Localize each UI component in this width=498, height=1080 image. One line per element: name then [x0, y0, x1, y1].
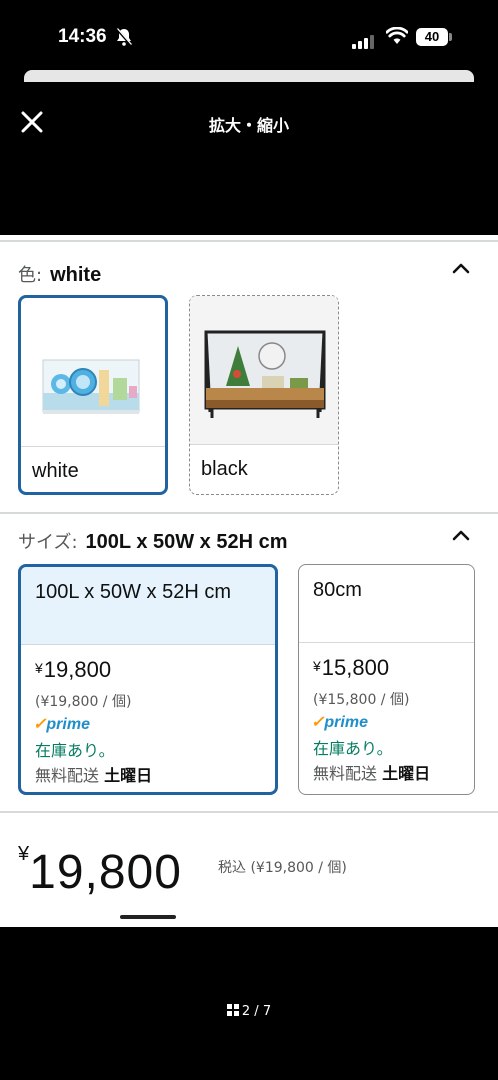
size-option-name: 100L x 50W x 52H cm — [21, 567, 275, 644]
status-bar: 14:36 40 — [0, 0, 498, 70]
option-price: ¥15,800 — [313, 655, 389, 681]
price-value: 19,800 — [43, 657, 112, 682]
shipping-day: 土曜日 — [104, 766, 153, 785]
price-amount: 19,800 — [29, 846, 182, 899]
size-option-80cm[interactable]: 80cm ¥15,800 (¥15,800 / 個) ✓prime 在庫あり。 … — [298, 564, 475, 795]
bell-slash-icon — [116, 28, 132, 46]
color-option-label: black — [201, 458, 248, 480]
size-selected-value: 100L x 50W x 52H cm — [85, 531, 288, 553]
battery-icon: 40 — [416, 28, 448, 46]
total-price: ¥19,800 — [18, 843, 182, 900]
wifi-icon — [386, 27, 408, 44]
white-cage-illustration — [42, 359, 140, 414]
prime-badge: ✓prime — [311, 712, 368, 732]
zoom-image-panel[interactable]: 色: white white black サイズ: 100L x 50W x 5… — [0, 235, 498, 927]
size-option-name: 80cm — [313, 579, 362, 601]
size-option-100l[interactable]: 100L x 50W x 52H cm ¥19,800 (¥19,800 / 個… — [18, 564, 278, 795]
battery-nub — [449, 33, 452, 41]
swatch-divider — [190, 444, 338, 445]
prime-badge: ✓prime — [33, 714, 90, 734]
tax-note: 税込 (¥19,800 / 個) — [218, 860, 347, 876]
shipping-info: 無料配送 土曜日 — [35, 762, 152, 786]
panel-border — [0, 240, 498, 242]
color-selected-value: white — [50, 264, 102, 286]
grid-icon — [226, 1004, 239, 1016]
prime-text: prime — [324, 714, 368, 731]
color-label-text: 色: — [18, 265, 43, 286]
section-divider — [0, 811, 498, 813]
currency-symbol: ¥ — [35, 660, 43, 676]
section-divider — [0, 512, 498, 514]
chevron-up-icon[interactable] — [452, 529, 470, 541]
viewer-header: 拡大・縮小 — [0, 96, 498, 152]
color-label: 色: white — [18, 261, 101, 287]
white-cage-image — [21, 298, 165, 446]
currency-symbol: ¥ — [18, 843, 30, 865]
price-value: 15,800 — [321, 655, 390, 680]
black-cage-image — [190, 296, 338, 444]
signal-icon — [352, 30, 376, 49]
prime-check-icon: ✓ — [33, 716, 47, 733]
status-time: 14:36 — [58, 26, 107, 47]
scroll-indicator — [120, 915, 176, 919]
black-cage-illustration — [204, 330, 326, 418]
color-option-label: white — [32, 460, 79, 482]
color-option-white[interactable]: white — [18, 295, 168, 495]
unit-price: (¥19,800 / 個) — [35, 694, 132, 710]
stock-status: 在庫あり。 — [35, 741, 115, 760]
currency-symbol: ¥ — [313, 658, 321, 674]
option-price: ¥19,800 — [35, 657, 111, 683]
page-count: 2 / 7 — [241, 1004, 272, 1019]
header-title: 拡大・縮小 — [208, 116, 289, 135]
page-indicator: 2 / 7 — [0, 1004, 498, 1019]
shipping-prefix: 無料配送 — [313, 764, 378, 783]
prime-text: prime — [46, 716, 90, 733]
size-label-text: サイズ: — [18, 532, 78, 553]
color-option-black[interactable]: black — [189, 295, 339, 495]
unit-price: (¥15,800 / 個) — [313, 692, 410, 708]
swatch-divider — [21, 446, 165, 447]
size-label: サイズ: 100L x 50W x 52H cm — [18, 528, 288, 554]
shipping-day: 土曜日 — [382, 764, 431, 783]
card-divider — [21, 644, 275, 645]
card-divider — [299, 642, 474, 643]
stock-status: 在庫あり。 — [313, 739, 393, 758]
prime-check-icon: ✓ — [311, 714, 325, 731]
chevron-up-icon[interactable] — [452, 262, 470, 274]
sheet-edge — [24, 70, 474, 82]
shipping-info: 無料配送 土曜日 — [313, 760, 430, 784]
shipping-prefix: 無料配送 — [35, 766, 100, 785]
